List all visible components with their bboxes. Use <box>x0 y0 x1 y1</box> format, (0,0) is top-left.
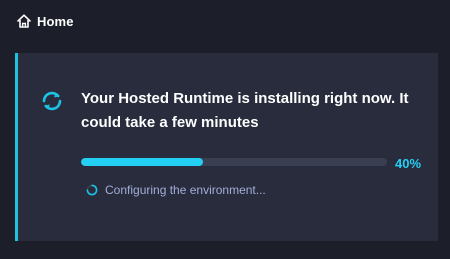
loading-spinner-icon <box>86 184 98 196</box>
breadcrumb-home-link[interactable]: Home <box>16 11 74 31</box>
install-progress-fill <box>81 158 204 166</box>
install-title: Your Hosted Runtime is installing right … <box>81 90 409 131</box>
install-progress-bar <box>81 158 387 166</box>
install-progress-percent: 40% <box>395 156 422 171</box>
install-status: Configuring the environment... <box>86 183 266 197</box>
install-status-text: Configuring the environment... <box>105 183 266 197</box>
refresh-spinner-icon <box>39 88 65 114</box>
breadcrumb-label: Home <box>37 13 74 29</box>
home-icon <box>16 13 32 29</box>
page: Home Your Hosted Runtime is installing r… <box>0 0 450 259</box>
install-status-card: Your Hosted Runtime is installing right … <box>15 53 438 241</box>
